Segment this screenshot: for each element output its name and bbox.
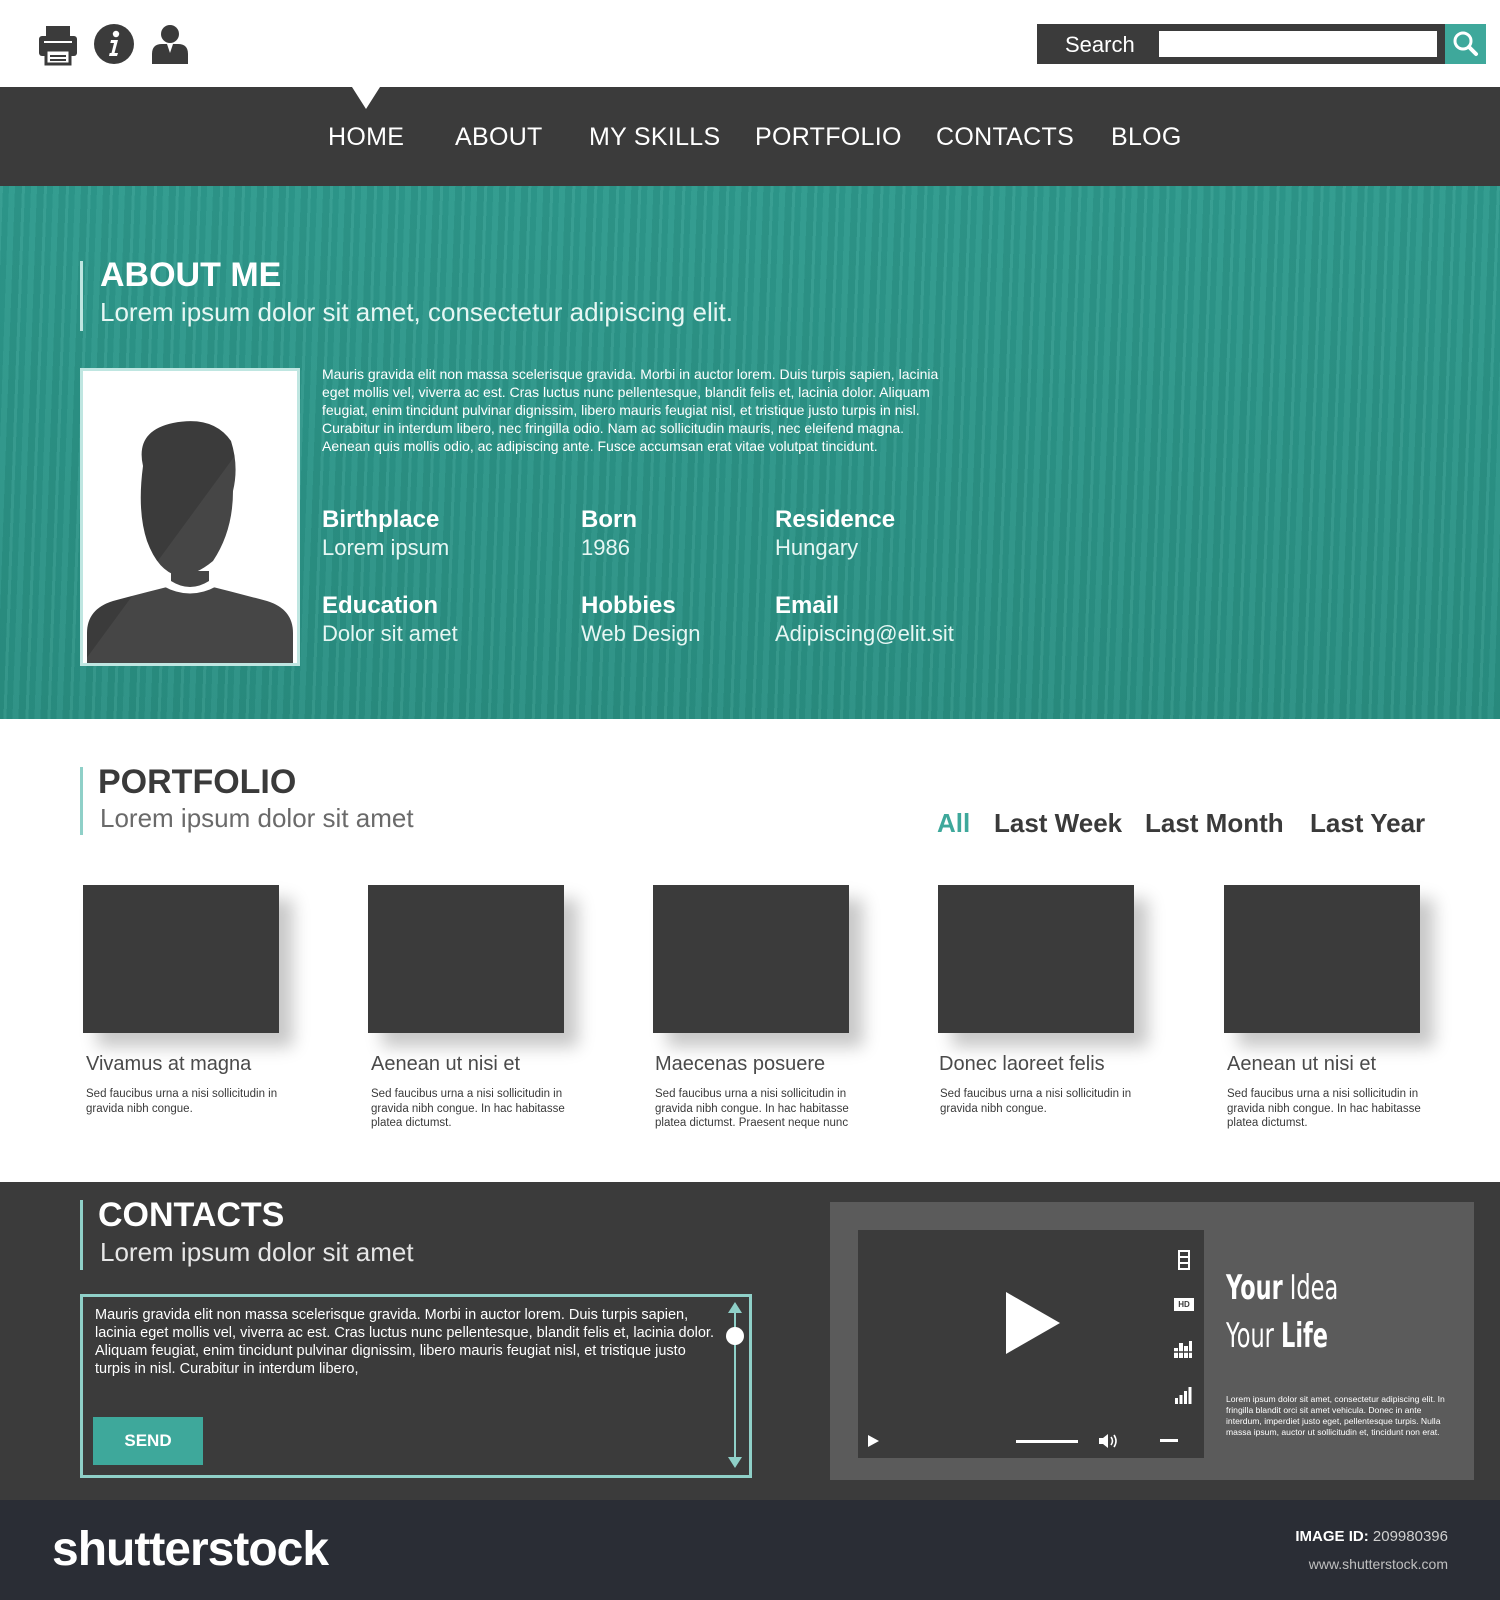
- progress-bar[interactable]: [1016, 1440, 1078, 1443]
- send-button[interactable]: SEND: [93, 1417, 203, 1465]
- scrollbar-thumb[interactable]: [726, 1327, 744, 1345]
- fact-education-label: Education: [322, 592, 439, 619]
- search-label: Search: [1065, 32, 1135, 57]
- portfolio-item-title[interactable]: Aenean ut nisi et: [1227, 1053, 1376, 1076]
- shutterstock-logo: shutterstock: [52, 1523, 329, 1576]
- info-icon[interactable]: [92, 22, 136, 66]
- contacts-subtitle: Lorem ipsum dolor sit amet: [100, 1237, 414, 1267]
- message-textarea[interactable]: Mauris gravida elit non massa scelerisqu…: [80, 1294, 752, 1478]
- filter-all[interactable]: All: [937, 808, 970, 839]
- fact-hobbies-value: Web Design: [581, 621, 701, 646]
- nav-contacts[interactable]: CONTACTS: [936, 123, 1074, 152]
- portfolio-title: PORTFOLIO: [98, 763, 297, 801]
- nav-home[interactable]: HOME: [328, 123, 404, 152]
- small-play-icon[interactable]: [866, 1434, 880, 1448]
- video-panel: HD Your Idea Your Life Lorem ipsum dolor…: [830, 1202, 1474, 1480]
- portfolio-item-title[interactable]: Donec laoreet felis: [939, 1053, 1105, 1076]
- promo-heading-line-1: Your Idea: [1226, 1268, 1338, 1308]
- equalizer-icon[interactable]: [1173, 1340, 1193, 1358]
- volume-icon[interactable]: [1098, 1432, 1120, 1450]
- search-bar: Search: [1037, 24, 1486, 64]
- hd-icon[interactable]: HD: [1174, 1298, 1194, 1311]
- portfolio-item-text: Sed faucibus urna a nisi sollicitudin in…: [86, 1088, 278, 1115]
- promo-heading-light: Your: [1226, 1316, 1274, 1356]
- portfolio-item-title[interactable]: Aenean ut nisi et: [371, 1053, 520, 1076]
- contacts-section: CONTACTS Lorem ipsum dolor sit amet Maur…: [0, 1182, 1500, 1500]
- about-description: Mauris gravida elit non massa scelerisqu…: [322, 366, 939, 454]
- fact-email-value[interactable]: Adipiscing@elit.sit: [775, 621, 954, 647]
- fact-born-value: 1986: [581, 535, 630, 560]
- promo-heading-bold: Life: [1281, 1316, 1329, 1356]
- play-icon[interactable]: [1004, 1290, 1062, 1356]
- about-title: ABOUT ME: [100, 256, 282, 294]
- fact-education-value: Dolor sit amet: [322, 621, 458, 646]
- image-id-value: 209980396: [1372, 1528, 1448, 1545]
- section-accent-bar: [80, 1200, 83, 1270]
- user-icon[interactable]: [148, 22, 192, 66]
- portfolio-item-title[interactable]: Vivamus at magna: [86, 1053, 251, 1076]
- promo-text: Lorem ipsum dolor sit amet, consectetur …: [1226, 1394, 1445, 1437]
- portfolio-thumbnail[interactable]: [938, 885, 1134, 1033]
- site-url[interactable]: www.shutterstock.com: [1309, 1556, 1448, 1572]
- portfolio-thumbnail[interactable]: [368, 885, 564, 1033]
- promo-heading-bold: Your: [1226, 1268, 1283, 1308]
- section-accent-bar: [80, 767, 83, 835]
- search-button[interactable]: [1445, 24, 1486, 64]
- active-nav-pointer: [352, 87, 380, 109]
- about-section: ABOUT ME Lorem ipsum dolor sit amet, con…: [0, 186, 1500, 719]
- message-text[interactable]: Mauris gravida elit non massa scelerisqu…: [95, 1306, 715, 1378]
- section-accent-bar: [80, 261, 83, 331]
- portfolio-thumbnail[interactable]: [83, 885, 279, 1033]
- nav-portfolio[interactable]: PORTFOLIO: [755, 123, 902, 152]
- top-bar: Search: [0, 0, 1500, 87]
- footer: shutterstock IMAGE ID: 209980396 www.shu…: [0, 1500, 1500, 1600]
- portfolio-section: PORTFOLIO Lorem ipsum dolor sit amet All…: [0, 719, 1500, 1182]
- image-id-label: IMAGE ID:: [1295, 1528, 1369, 1545]
- portfolio-thumbnail[interactable]: [1224, 885, 1420, 1033]
- printer-icon[interactable]: [36, 22, 80, 66]
- fact-hobbies-label: Hobbies: [581, 592, 676, 619]
- portfolio-subtitle: Lorem ipsum dolor sit amet: [100, 803, 414, 833]
- nav-my-skills[interactable]: MY SKILLS: [589, 123, 720, 152]
- promo-heading-line-2: Your Life: [1226, 1316, 1328, 1356]
- avatar-silhouette-icon: [83, 371, 297, 663]
- signal-bars-icon[interactable]: [1174, 1386, 1192, 1404]
- fact-residence-label: Residence: [775, 506, 896, 533]
- nav-about[interactable]: ABOUT: [455, 123, 543, 152]
- volume-slider[interactable]: [1160, 1439, 1178, 1442]
- fact-email-label: Email: [775, 592, 840, 619]
- portfolio-thumbnail[interactable]: [653, 885, 849, 1033]
- about-subtitle: Lorem ipsum dolor sit amet, consectetur …: [100, 297, 733, 327]
- filter-last-year[interactable]: Last Year: [1310, 808, 1425, 839]
- portfolio-item-text: Sed faucibus urna a nisi sollicitudin in…: [371, 1088, 565, 1129]
- promo-heading-light: Idea: [1289, 1268, 1339, 1308]
- scroll-up-arrow-icon[interactable]: [727, 1301, 743, 1315]
- filter-last-week[interactable]: Last Week: [994, 808, 1122, 839]
- scroll-down-arrow-icon[interactable]: [727, 1455, 743, 1469]
- profile-photo: [80, 368, 300, 666]
- search-icon: [1453, 31, 1478, 56]
- fact-residence-value: Hungary: [775, 535, 859, 560]
- image-id: IMAGE ID: 209980396: [1295, 1528, 1448, 1545]
- portfolio-item-text: Sed faucibus urna a nisi sollicitudin in…: [940, 1088, 1132, 1115]
- portfolio-item-text: Sed faucibus urna a nisi sollicitudin in…: [655, 1088, 849, 1129]
- playlist-icon[interactable]: [1177, 1250, 1191, 1270]
- fact-born-label: Born: [581, 506, 637, 533]
- fact-birthplace-label: Birthplace: [322, 506, 440, 533]
- portfolio-item-text: Sed faucibus urna a nisi sollicitudin in…: [1227, 1088, 1421, 1129]
- contacts-title: CONTACTS: [98, 1196, 285, 1234]
- fact-birthplace-value: Lorem ipsum: [322, 535, 450, 560]
- search-input[interactable]: [1159, 31, 1437, 57]
- portfolio-item-title[interactable]: Maecenas posuere: [655, 1053, 825, 1076]
- filter-last-month[interactable]: Last Month: [1145, 808, 1284, 839]
- nav-blog[interactable]: BLOG: [1111, 123, 1182, 152]
- video-player[interactable]: HD: [858, 1230, 1204, 1458]
- main-nav: HOME ABOUT MY SKILLS PORTFOLIO CONTACTS …: [0, 87, 1500, 186]
